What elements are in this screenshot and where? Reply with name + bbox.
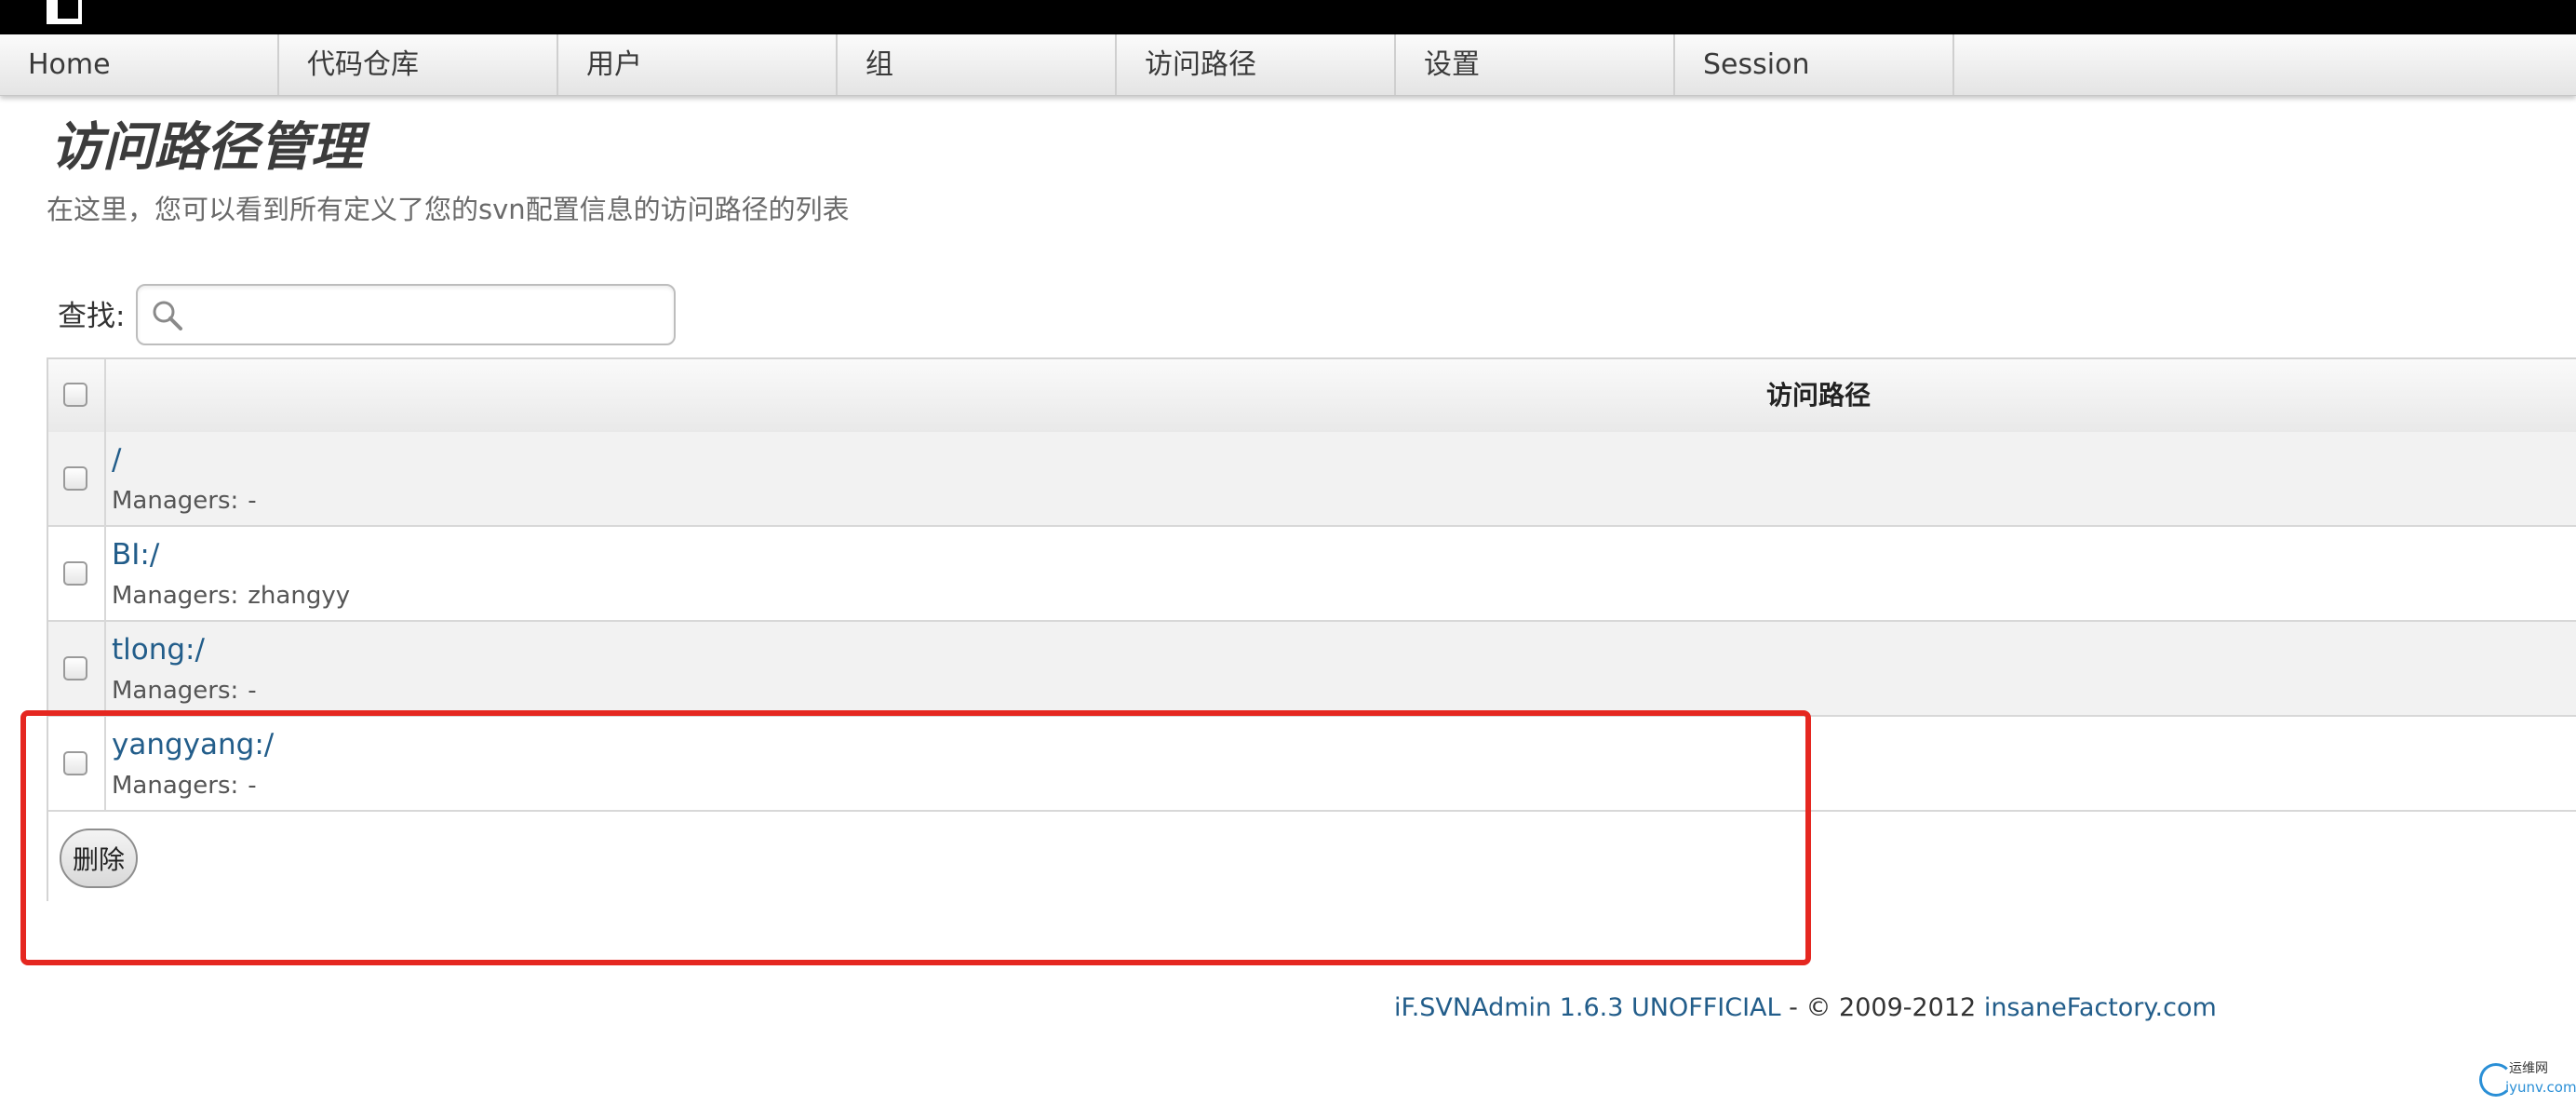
column-header-access-path: 访问路径 xyxy=(1766,380,1872,411)
search-box[interactable] xyxy=(136,284,676,345)
main-nav: Home 代码仓库 用户 组 访问路径 设置 Session xyxy=(0,34,2576,96)
managers-info: Managers: zhangyy xyxy=(112,579,350,613)
nav-item-session[interactable]: Session xyxy=(1675,34,1954,95)
page-description: 在这里，您可以看到所有定义了您的svn配置信息的访问路径的列表 xyxy=(47,194,850,225)
page-title: 访问路径管理 xyxy=(50,116,363,178)
logo-icon xyxy=(47,0,84,24)
table-row: BI:/ Managers: zhangyy xyxy=(48,527,2576,622)
search-label: 查找: xyxy=(58,300,126,333)
table-header: 访问路径 xyxy=(48,359,2576,434)
nav-item-repositories[interactable]: 代码仓库 xyxy=(279,34,558,95)
company-link[interactable]: insaneFactory.com xyxy=(1984,993,2217,1022)
table-actions: 删除 xyxy=(48,812,2576,901)
managers-label: Managers: xyxy=(112,772,239,800)
nav-item-groups[interactable]: 组 xyxy=(838,34,1117,95)
row-checkbox[interactable] xyxy=(63,561,87,586)
managers-label: Managers: xyxy=(112,677,239,705)
managers-info: Managers: - xyxy=(112,769,257,802)
managers-label: Managers: xyxy=(112,487,239,515)
managers-info: Managers: - xyxy=(112,674,257,707)
search-input[interactable] xyxy=(192,291,661,340)
top-bar xyxy=(0,0,2576,34)
watermark: 运维网 iyunv.com xyxy=(2477,1059,2576,1102)
managers-value: zhangyy xyxy=(248,582,351,610)
nav-item-settings[interactable]: 设置 xyxy=(1396,34,1675,95)
nav-item-access-paths[interactable]: 访问路径 xyxy=(1117,34,1396,95)
access-path-link[interactable]: BI:/ xyxy=(112,534,159,575)
nav-item-home[interactable]: Home xyxy=(0,34,279,95)
managers-value: - xyxy=(248,677,257,705)
select-all-checkbox[interactable] xyxy=(63,383,87,407)
access-path-link[interactable]: / xyxy=(112,439,121,480)
managers-value: - xyxy=(248,772,257,800)
managers-value: - xyxy=(248,487,257,515)
table-row: yangyang:/ Managers: - xyxy=(48,717,2576,812)
watermark-line2: iyunv.com xyxy=(2505,1079,2576,1096)
copyright-text: - © 2009-2012 xyxy=(1780,993,1984,1022)
access-path-table: 访问路径 / Managers: - BI:/ Managers: zhangyy … xyxy=(47,357,2576,901)
managers-label: Managers: xyxy=(112,582,239,610)
access-path-link[interactable]: tlong:/ xyxy=(112,629,205,670)
access-path-link[interactable]: yangyang:/ xyxy=(112,724,274,765)
row-checkbox[interactable] xyxy=(63,656,87,681)
watermark-line1: 运维网 xyxy=(2509,1061,2548,1076)
product-link[interactable]: iF.SVNAdmin 1.6.3 UNOFFICIAL xyxy=(1394,993,1781,1022)
managers-info: Managers: - xyxy=(112,484,257,518)
table-row: / Managers: - xyxy=(48,432,2576,527)
delete-button[interactable]: 删除 xyxy=(60,829,138,888)
page-footer: iF.SVNAdmin 1.6.3 UNOFFICIAL - © 2009-20… xyxy=(1394,990,2217,1027)
row-checkbox[interactable] xyxy=(63,751,87,775)
magnifier-icon xyxy=(153,301,182,330)
nav-item-users[interactable]: 用户 xyxy=(558,34,838,95)
row-checkbox[interactable] xyxy=(63,466,87,491)
table-row: tlong:/ Managers: - xyxy=(48,622,2576,717)
